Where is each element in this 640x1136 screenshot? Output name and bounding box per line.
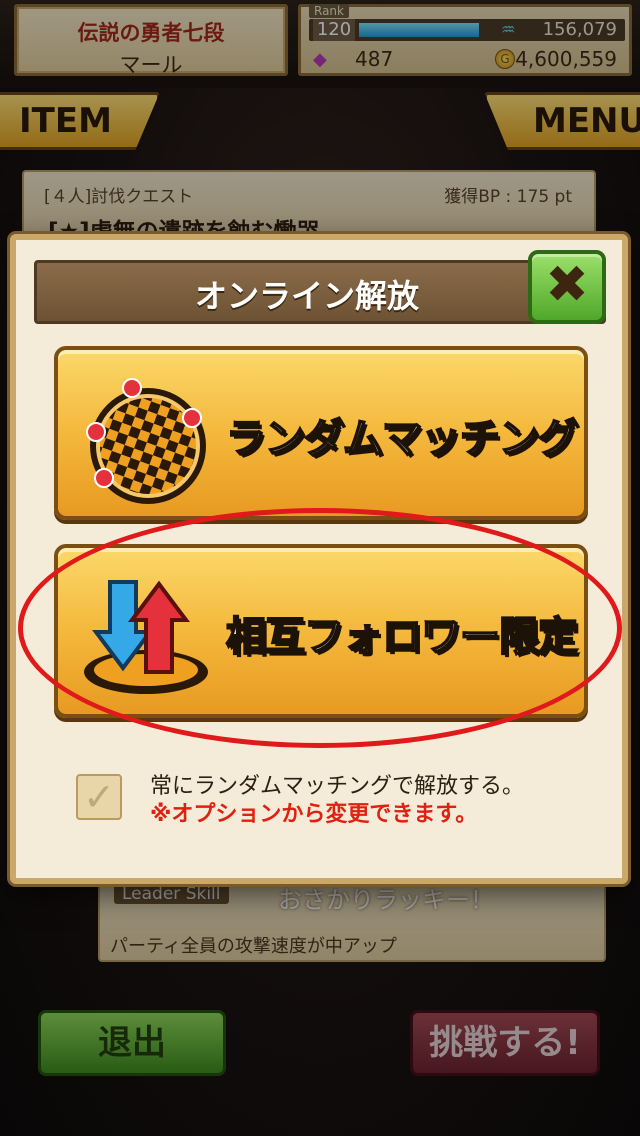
always-random-checkbox[interactable]: ✓ (76, 774, 122, 820)
checkmark-icon: ✓ (83, 775, 115, 819)
dialog-title-bar: オンライン解放 (34, 260, 606, 324)
close-icon: ✖ (545, 255, 589, 315)
option-change-note: ※オプションから変更できます。 (150, 802, 478, 827)
random-matching-button[interactable]: ランダムマッチング (54, 346, 588, 520)
highlight-ellipse (18, 508, 622, 748)
always-random-option[interactable]: ✓ 常にランダムマッチングで解放する。 ※オプションから変更できます。 (76, 766, 596, 838)
close-button[interactable]: ✖ (528, 250, 606, 324)
checkered-globe-icon (86, 378, 206, 504)
dialog-title: オンライン解放 (194, 277, 419, 315)
random-matching-label: ランダムマッチング (225, 415, 579, 463)
